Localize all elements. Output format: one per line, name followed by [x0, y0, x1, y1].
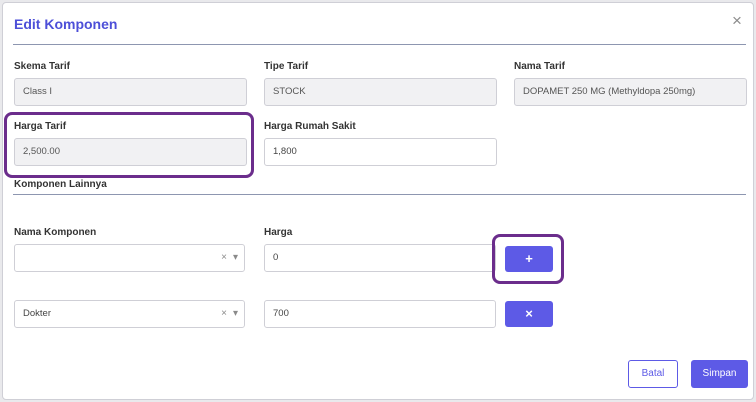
plus-icon: +: [525, 251, 533, 266]
nama-komponen-label: Nama Komponen: [14, 227, 97, 238]
harga-tarif-label: Harga Tarif: [14, 121, 67, 132]
close-icon: ×: [525, 306, 533, 321]
edit-komponen-modal: Edit Komponen × Skema Tarif Class I Tipe…: [2, 2, 754, 400]
nama-komponen-select-row[interactable]: Dokter × ▾: [14, 300, 245, 328]
harga-rumah-sakit-label: Harga Rumah Sakit: [264, 121, 356, 132]
save-button[interactable]: Simpan: [691, 360, 748, 388]
komponen-section-title: Komponen Lainnya: [14, 179, 107, 190]
close-icon[interactable]: ×: [728, 12, 746, 30]
harga-tarif-field: 2,500.00: [14, 138, 247, 166]
nama-tarif-field: DOPAMET 250 MG (Methyldopa 250mg): [514, 78, 747, 106]
cancel-button[interactable]: Batal: [628, 360, 678, 388]
tipe-tarif-label: Tipe Tarif: [264, 61, 309, 72]
chevron-down-icon[interactable]: ▾: [233, 308, 238, 319]
nama-tarif-label: Nama Tarif: [514, 61, 565, 72]
tipe-tarif-field: STOCK: [264, 78, 497, 106]
harga-input-row[interactable]: 700: [264, 300, 496, 328]
modal-title: Edit Komponen: [14, 16, 118, 32]
harga-rumah-sakit-input[interactable]: 1,800: [264, 138, 497, 166]
chevron-down-icon[interactable]: ▾: [233, 252, 238, 263]
skema-tarif-label: Skema Tarif: [14, 61, 70, 72]
section-divider: [13, 194, 746, 195]
clear-icon[interactable]: ×: [221, 252, 227, 263]
add-komponen-button[interactable]: +: [505, 246, 553, 272]
header-divider: [13, 44, 746, 45]
nama-komponen-select[interactable]: × ▾: [14, 244, 245, 272]
nama-komponen-row-value: Dokter: [23, 308, 51, 319]
remove-komponen-button[interactable]: ×: [505, 301, 553, 327]
harga-label: Harga: [264, 227, 293, 238]
skema-tarif-field: Class I: [14, 78, 247, 106]
clear-icon[interactable]: ×: [221, 308, 227, 319]
harga-input[interactable]: 0: [264, 244, 496, 272]
